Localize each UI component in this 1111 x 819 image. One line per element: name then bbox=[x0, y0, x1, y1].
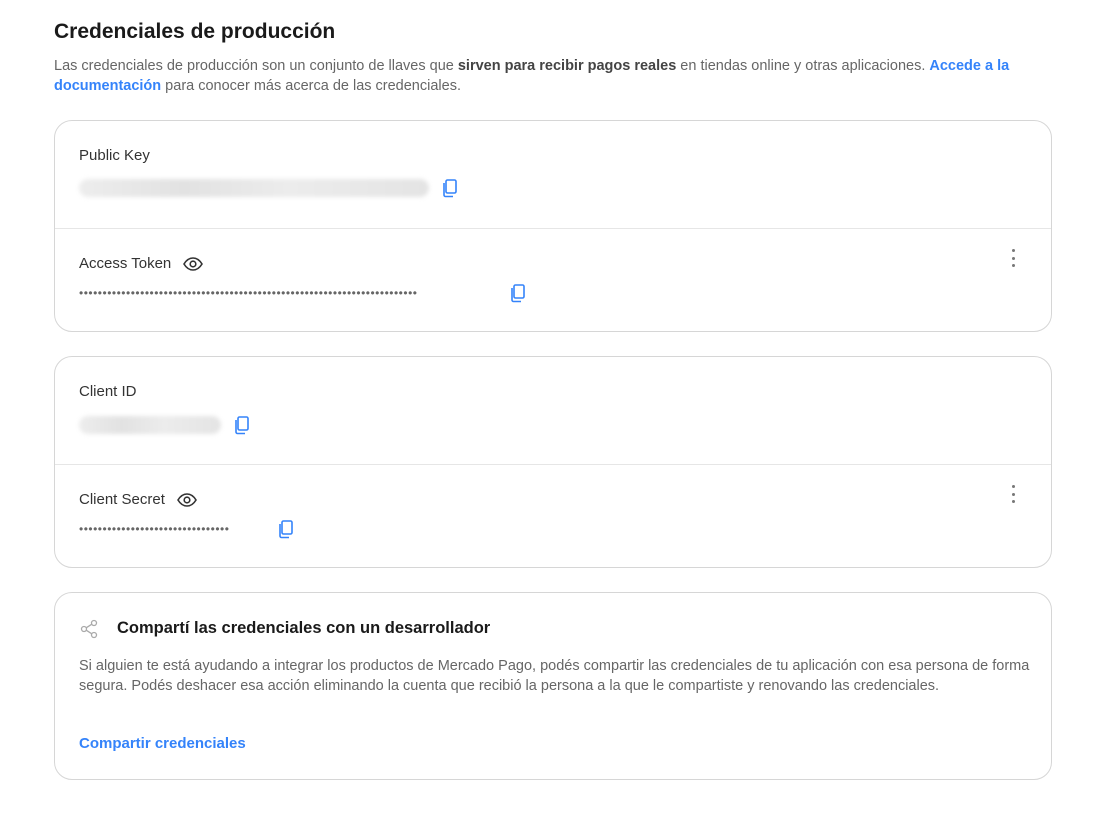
copy-icon bbox=[443, 179, 457, 198]
more-dot bbox=[1011, 492, 1015, 496]
card-divider bbox=[55, 228, 1051, 229]
share-credentials-title: Compartí las credenciales con un desarro… bbox=[117, 619, 491, 637]
copy-public-key-button[interactable] bbox=[441, 178, 459, 198]
page-description: Las credenciales de producción son un co… bbox=[54, 56, 1054, 96]
copy-icon bbox=[279, 520, 293, 539]
more-dot bbox=[1011, 485, 1015, 488]
copy-icon bbox=[235, 416, 249, 435]
toggle-access-token-visibility[interactable] bbox=[183, 256, 204, 271]
more-dot bbox=[1011, 256, 1015, 260]
client-id-value-redacted bbox=[79, 416, 221, 434]
copy-access-token-button[interactable] bbox=[509, 283, 527, 303]
public-key-value-row bbox=[79, 178, 459, 198]
card-divider bbox=[55, 464, 1051, 465]
more-dot bbox=[1011, 264, 1015, 267]
client-id-value-row bbox=[79, 415, 251, 435]
client-secret-label: Client Secret bbox=[79, 491, 197, 508]
client-secret-label-text: Client Secret bbox=[79, 491, 165, 508]
share-credentials-card: Compartí las credenciales con un desarro… bbox=[54, 592, 1052, 780]
public-key-label-text: Public Key bbox=[79, 147, 150, 164]
public-key-label: Public Key bbox=[79, 147, 150, 164]
client-id-label-text: Client ID bbox=[79, 383, 137, 400]
copy-client-secret-button[interactable] bbox=[277, 519, 295, 539]
description-text: para conocer más acerca de las credencia… bbox=[161, 78, 461, 94]
access-token-value-row: ••••••••••••••••••••••••••••••••••••••••… bbox=[79, 283, 527, 303]
client-id-label: Client ID bbox=[79, 383, 137, 400]
copy-icon bbox=[511, 284, 525, 303]
access-token-label-text: Access Token bbox=[79, 255, 172, 272]
credentials-card-oauth: Client ID Client Secret ••••••••••••••••… bbox=[54, 356, 1052, 568]
eye-icon bbox=[176, 492, 197, 507]
description-text: Las credenciales de producción son un co… bbox=[54, 58, 458, 74]
description-emphasis: sirven para recibir pagos reales bbox=[457, 58, 677, 74]
share-credentials-description: Si alguien te está ayudando a integrar l… bbox=[79, 658, 1030, 694]
public-key-value-redacted bbox=[79, 179, 429, 197]
eye-icon bbox=[183, 256, 204, 271]
access-token-label: Access Token bbox=[79, 255, 204, 272]
access-token-masked-value: ••••••••••••••••••••••••••••••••••••••••… bbox=[79, 287, 418, 299]
access-token-options-menu[interactable] bbox=[1005, 247, 1021, 269]
client-secret-options-menu[interactable] bbox=[1005, 483, 1021, 505]
more-dot bbox=[1011, 249, 1015, 252]
share-credentials-link[interactable]: Compartir credenciales bbox=[79, 735, 246, 752]
credentials-card-primary: Public Key Access Token ••••••••••••••••… bbox=[54, 120, 1052, 332]
client-secret-masked-value: •••••••••••••••••••••••••••••••• bbox=[79, 523, 230, 535]
client-secret-value-row: •••••••••••••••••••••••••••••••• bbox=[79, 519, 295, 539]
more-dot bbox=[1011, 500, 1015, 503]
toggle-client-secret-visibility[interactable] bbox=[176, 492, 197, 507]
description-text: en tiendas online y otras aplicaciones. bbox=[676, 58, 930, 74]
page-title: Credenciales de producción bbox=[54, 20, 336, 43]
copy-client-id-button[interactable] bbox=[233, 415, 251, 435]
share-icon bbox=[79, 619, 99, 644]
